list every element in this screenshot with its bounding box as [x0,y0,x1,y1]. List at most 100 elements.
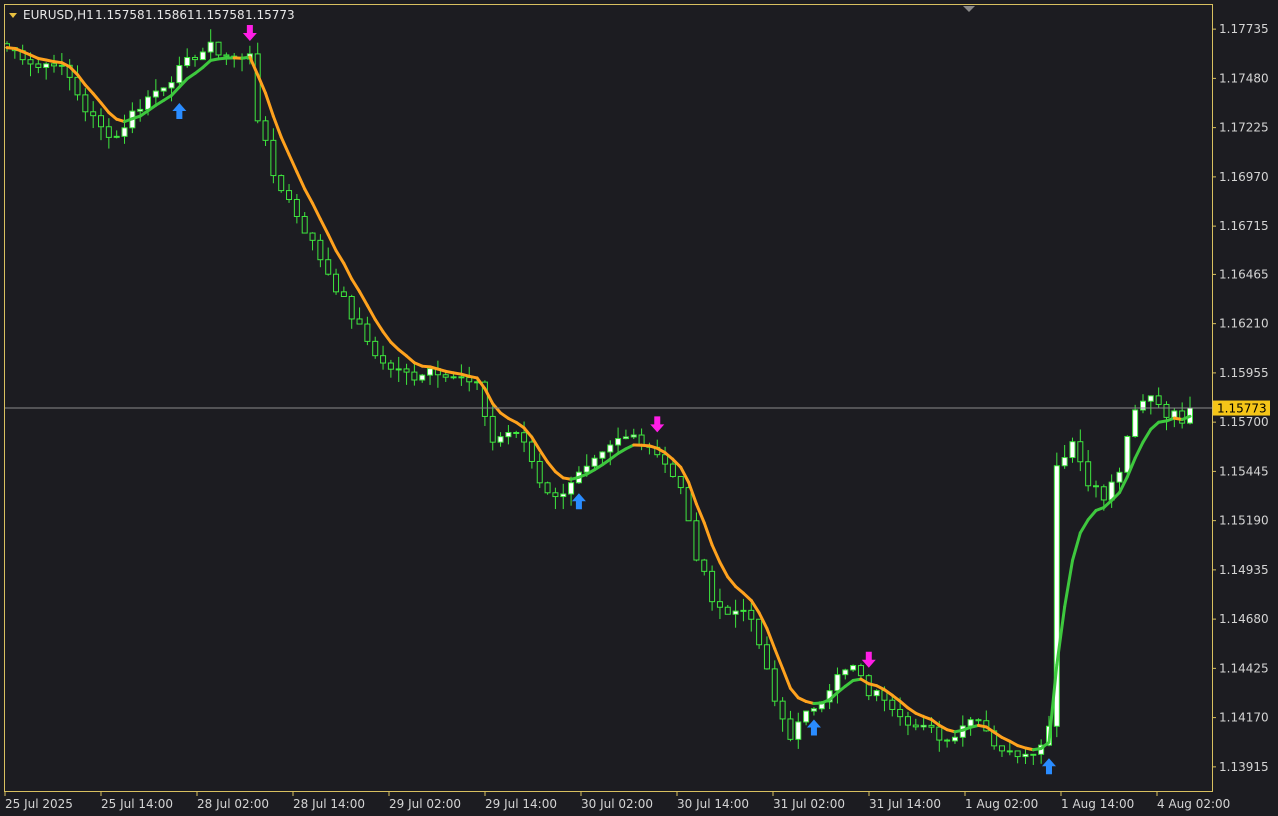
candle-body [513,432,520,435]
candle-body [74,76,81,96]
candle-body [1100,486,1107,501]
candle-body [615,438,622,446]
candle-body [215,41,222,56]
candle-body [1132,409,1139,437]
candle-body [1092,485,1099,488]
candle-body [724,606,731,615]
candle-body [1069,441,1076,459]
candle-body [560,493,567,498]
candle-body [568,482,575,495]
y-tick-label: 1.16970 [1219,170,1269,184]
price-chart[interactable]: 1.17735 1.17480 1.17225 1.16970 1.16715 1.164… [0,0,1278,816]
y-tick-label: 1.13915 [1219,760,1269,774]
candle-body [967,719,974,727]
y-tick-label: 1.17735 [1219,22,1269,36]
candle-body [145,96,152,110]
candle-body [998,745,1005,752]
x-tick-label: 25 Jul 2025 [5,797,73,811]
candle-body [286,190,293,201]
y-tick-label: 1.15445 [1219,464,1269,478]
candle-body [356,318,363,325]
x-tick-label: 1 Aug 14:00 [1061,797,1134,811]
candle-body [105,126,112,138]
x-tick-label: 31 Jul 02:00 [773,797,845,811]
candle-body [583,465,590,473]
current-price-badge: 1.15773 [1213,400,1270,416]
candle-body [309,232,316,241]
candle-body [912,724,919,728]
candle-body [168,82,175,89]
candle-body [411,371,418,381]
x-tick-label: 29 Jul 14:00 [485,797,557,811]
x-tick-label: 30 Jul 14:00 [677,797,749,811]
candle-body [1155,395,1162,405]
candle-body [325,259,332,275]
candle-body [944,739,951,742]
candle-body [333,273,340,293]
candle-body [748,609,755,620]
candle-body [82,94,89,113]
candle-body [387,362,394,370]
candle-body [1077,441,1084,463]
candle [756,618,763,649]
candle-body [889,699,896,710]
candle-body [544,482,551,494]
candle-body [1139,400,1146,411]
candle-body [850,665,857,671]
candle-body [395,368,402,371]
candle-body [716,601,723,608]
candle-body [677,475,684,489]
candle-body [35,63,42,68]
candle-body [701,559,708,572]
candle-body [834,674,841,692]
y-tick-label: 1.15190 [1219,514,1269,528]
candle-body [176,65,183,84]
candle-body [936,726,943,741]
candle-body [489,415,496,443]
candle-body [505,432,512,438]
candle-body [599,451,606,459]
candle-body [904,716,911,726]
candle-body [58,64,65,67]
candle-body [278,175,285,192]
candle-body [301,216,308,234]
candle-body [842,669,849,676]
y-tick-label: 1.14680 [1219,612,1269,626]
candle-body [1116,471,1123,483]
candle-body [160,87,167,92]
y-tick-label: 1.16465 [1219,267,1269,281]
candle-body [293,199,300,218]
candle-body [317,239,324,261]
x-tick-label: 28 Jul 02:00 [197,797,269,811]
candle-body [113,135,120,138]
y-tick-label: 1.15700 [1219,415,1269,429]
candle-body [591,457,598,467]
candle-body [427,368,434,376]
x-tick-label: 30 Jul 02:00 [581,797,653,811]
candle-body [803,710,810,723]
candle-body [536,460,543,484]
candle [544,481,551,495]
ohlc-high: 1.15861 [145,8,195,22]
y-tick-label: 1.16715 [1219,219,1269,233]
candle-body [1085,461,1092,487]
candle-body [630,434,637,438]
candle-body [975,719,982,722]
candle-body [951,736,958,742]
chart-symbol-title: EURUSD,H1 [23,8,94,22]
candle-body [552,492,559,498]
x-tick-label: 1 Aug 02:00 [965,797,1038,811]
y-tick-label: 1.14935 [1219,563,1269,577]
candle-body [779,700,786,720]
candle [278,174,285,193]
ohlc-low: 1.15758 [195,8,245,22]
x-tick-label: 25 Jul 14:00 [101,797,173,811]
candle-body [137,108,144,112]
candle-body [340,291,347,298]
candle-body [607,444,614,453]
candle-body [920,724,927,728]
ohlc-open: 1.15758 [95,8,145,22]
candle-body [207,41,214,53]
candle-body [897,708,904,718]
candle-body [450,376,457,379]
